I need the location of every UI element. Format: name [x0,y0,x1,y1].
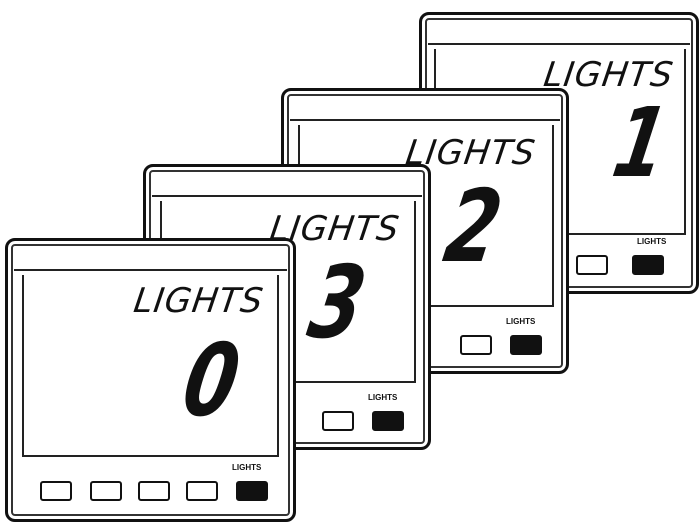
unit-2-lights-button[interactable] [510,335,542,355]
unit-4-button-2[interactable] [90,481,122,501]
unit-4-lights-text: LIGHTS [131,281,267,321]
unit-4-button-3[interactable] [138,481,170,501]
unit-4-top-bezel [14,247,287,271]
unit-4-button-row: LIGHTS [8,461,293,511]
unit-4-button-1[interactable] [40,481,72,501]
unit-3-top-bezel [152,173,422,197]
unit-3-digit: 3 [300,244,374,361]
unit-2-digit: 2 [436,168,510,285]
display-unit-4: LIGHTS 0 LIGHTS [5,238,296,522]
unit-2-blank-button[interactable] [460,335,492,355]
unit-3-lights-button[interactable] [372,411,404,431]
unit-4-lights-button-label: LIGHTS [232,463,262,472]
unit-4-lights-button[interactable] [236,481,268,501]
unit-1-lights-button-label: LIGHTS [637,237,667,246]
unit-1-lights-button[interactable] [632,255,664,275]
unit-4-button-4[interactable] [186,481,218,501]
unit-4-lcd-screen: LIGHTS 0 [22,275,279,457]
unit-1-digit: 1 [605,87,676,199]
unit-1-top-bezel [428,21,690,45]
unit-1-blank-button[interactable] [576,255,608,275]
unit-2-top-bezel [290,97,560,121]
unit-3-lights-button-label: LIGHTS [368,393,398,402]
unit-2-lights-button-label: LIGHTS [506,317,536,326]
unit-3-blank-button[interactable] [322,411,354,431]
unit-4-digit: 0 [174,322,248,439]
